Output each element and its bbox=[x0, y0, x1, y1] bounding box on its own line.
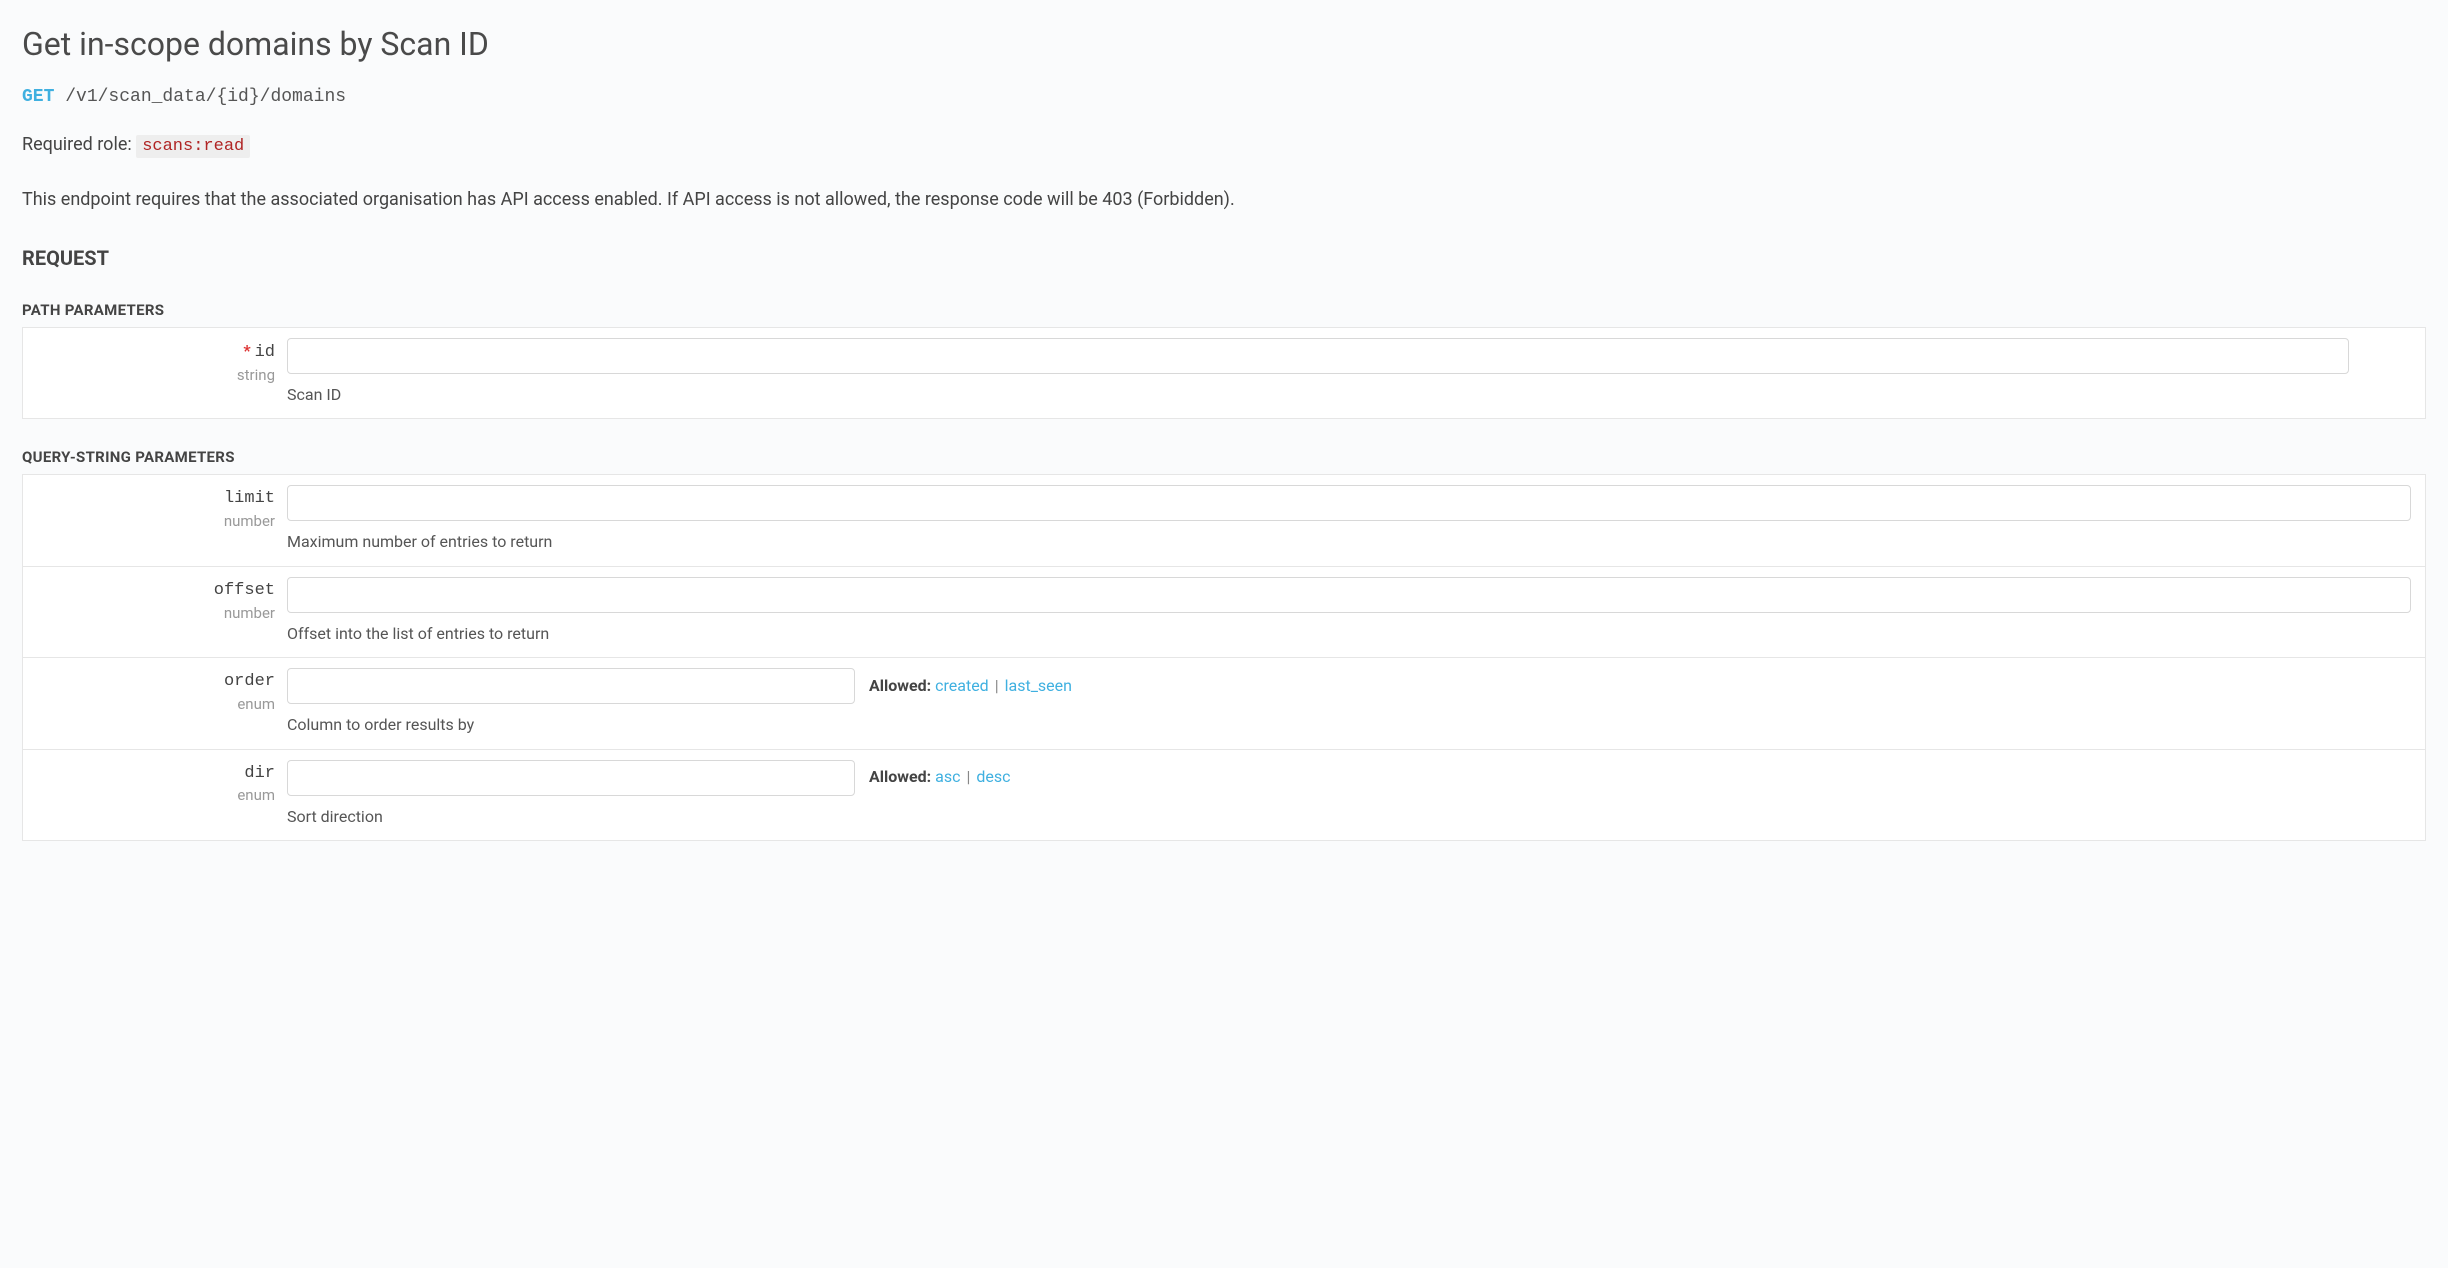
query-params-group: limit number Maximum number of entries t… bbox=[22, 474, 2426, 841]
allowed-block: Allowed: asc | desc bbox=[869, 766, 1011, 788]
param-body-col: Scan ID bbox=[287, 338, 2425, 406]
param-type: string bbox=[23, 365, 275, 386]
param-label-col: order enum bbox=[23, 668, 287, 736]
param-desc: Offset into the list of entries to retur… bbox=[287, 623, 2411, 645]
param-body-col: Allowed: asc | desc Sort direction bbox=[287, 760, 2425, 828]
param-label-col: limit number bbox=[23, 485, 287, 553]
param-row-dir: dir enum Allowed: asc | desc Sort directio… bbox=[23, 750, 2425, 840]
allowed-separator: | bbox=[966, 767, 970, 786]
param-name: order bbox=[23, 670, 275, 694]
query-params-heading: QUERY-STRING PARAMETERS bbox=[22, 447, 2426, 468]
param-type: number bbox=[23, 603, 275, 624]
param-type: number bbox=[23, 511, 275, 532]
required-role-line: Required role: scans:read bbox=[22, 132, 2426, 159]
param-desc: Maximum number of entries to return bbox=[287, 531, 2411, 553]
order-input[interactable] bbox=[287, 668, 855, 704]
param-desc: Scan ID bbox=[287, 384, 2349, 406]
param-body-col: Offset into the list of entries to retur… bbox=[287, 577, 2425, 645]
allowed-value-asc[interactable]: asc bbox=[935, 767, 960, 786]
param-name: dir bbox=[23, 762, 275, 786]
param-name: id bbox=[255, 343, 275, 362]
allowed-value-last-seen[interactable]: last_seen bbox=[1005, 676, 1072, 695]
param-desc: Sort direction bbox=[287, 806, 2411, 828]
param-row-offset: offset number Offset into the list of en… bbox=[23, 567, 2425, 658]
http-method: GET bbox=[22, 87, 54, 107]
param-row-limit: limit number Maximum number of entries t… bbox=[23, 475, 2425, 566]
param-label-col: offset number bbox=[23, 577, 287, 645]
allowed-value-created[interactable]: created bbox=[935, 676, 989, 695]
allowed-label: Allowed: bbox=[869, 676, 931, 695]
param-row-id: * id string Scan ID bbox=[23, 328, 2425, 418]
param-type: enum bbox=[23, 785, 275, 806]
param-body-col: Allowed: created | last_seen Column to ord… bbox=[287, 668, 2425, 736]
param-desc: Column to order results by bbox=[287, 714, 2411, 736]
param-label-col: * id string bbox=[23, 338, 287, 406]
param-label-col: dir enum bbox=[23, 760, 287, 828]
endpoint-description: This endpoint requires that the associat… bbox=[22, 187, 2426, 212]
required-asterisk: * bbox=[243, 341, 250, 360]
endpoint-line: GET /v1/scan_data/{id}/domains bbox=[22, 85, 2426, 110]
allowed-separator: | bbox=[995, 676, 999, 695]
allowed-label: Allowed: bbox=[869, 767, 931, 786]
required-role-value: scans:read bbox=[136, 135, 250, 158]
request-heading: REQUEST bbox=[22, 244, 2426, 272]
param-name: offset bbox=[23, 579, 275, 603]
allowed-block: Allowed: created | last_seen bbox=[869, 675, 1072, 697]
limit-input[interactable] bbox=[287, 485, 2411, 521]
allowed-value-desc[interactable]: desc bbox=[976, 767, 1010, 786]
param-row-order: order enum Allowed: created | last_seen Co… bbox=[23, 658, 2425, 749]
path-params-heading: PATH PARAMETERS bbox=[22, 300, 2426, 321]
required-role-label: Required role: bbox=[22, 134, 132, 155]
endpoint-path: /v1/scan_data/{id}/domains bbox=[65, 87, 346, 107]
param-type: enum bbox=[23, 694, 275, 715]
page-title: Get in-scope domains by Scan ID bbox=[22, 22, 2426, 67]
offset-input[interactable] bbox=[287, 577, 2411, 613]
path-params-group: * id string Scan ID bbox=[22, 327, 2426, 419]
id-input[interactable] bbox=[287, 338, 2349, 374]
param-body-col: Maximum number of entries to return bbox=[287, 485, 2425, 553]
dir-input[interactable] bbox=[287, 760, 855, 796]
param-name: limit bbox=[23, 487, 275, 511]
